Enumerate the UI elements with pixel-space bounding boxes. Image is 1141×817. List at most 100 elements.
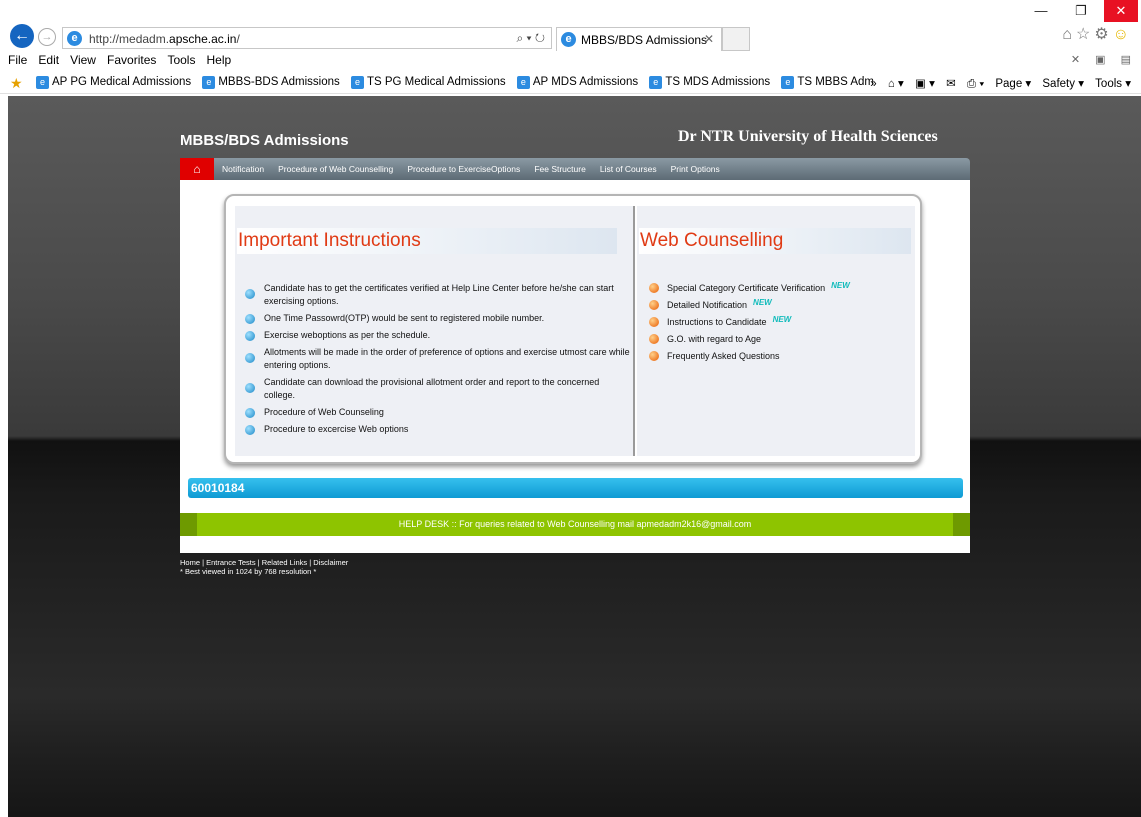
list-item-link[interactable]: Procedure to excercise Web options — [245, 423, 630, 436]
minimize-button[interactable]: — — [1024, 0, 1058, 22]
new-badge: NEW — [772, 315, 792, 324]
safety-menu[interactable]: Safety ▾ — [1042, 78, 1084, 90]
menu-view[interactable]: View — [70, 53, 96, 67]
instructions-column: Important Instructions Candidate has to … — [235, 206, 633, 456]
command-bar: » ⌂ ▾ ▣ ▾ ✉ ⎙ ▾ Page ▾ Safety ▾ Tools ▾ — [862, 76, 1131, 91]
favorites-add-icon[interactable]: ★ — [10, 75, 23, 92]
favorites-list: AP PG Medical Admissions MBBS-BDS Admiss… — [36, 76, 882, 89]
main-content: Important Instructions Candidate has to … — [180, 180, 970, 553]
blue-bullet-icon — [245, 313, 255, 324]
menu-edit[interactable]: Edit — [38, 53, 59, 67]
list-item: Allotments will be made in the order of … — [245, 346, 630, 372]
favorite-link[interactable]: TS PG Medical Admissions — [351, 76, 506, 89]
helpdesk-bar: HELP DESK :: For queries related to Web … — [180, 513, 970, 536]
column-divider — [633, 206, 635, 456]
ticker-text: 60010184 — [191, 481, 245, 495]
tools-menu[interactable]: Tools ▾ — [1095, 78, 1131, 90]
counselling-link[interactable]: Detailed Notification NEW — [649, 298, 850, 316]
menu-file[interactable]: File — [8, 53, 27, 67]
nav-procedure-exercise-options[interactable]: Procedure to ExerciseOptions — [407, 164, 520, 174]
new-tab-button[interactable] — [722, 27, 750, 51]
blue-bullet-icon — [245, 330, 255, 341]
mail-icon[interactable]: ✉ — [946, 78, 956, 90]
orange-bullet-icon — [649, 283, 659, 293]
info-panel: Important Instructions Candidate has to … — [224, 194, 922, 464]
address-bar[interactable]: e http://medadm.apsche.ac.in/ ⌕ ▾ ↻ — [62, 27, 552, 49]
ie-page-icon: e — [67, 31, 82, 46]
menu-help[interactable]: Help — [207, 53, 232, 67]
close-window-button[interactable]: ✕ — [1104, 0, 1138, 22]
nav-print-options[interactable]: Print Options — [671, 164, 720, 174]
instructions-heading: Important Instructions — [237, 228, 617, 254]
browser-right-icons: ⌂☆⚙☺ — [1062, 24, 1133, 44]
nav-fee-structure[interactable]: Fee Structure — [534, 164, 586, 174]
more-chevron-icon[interactable]: » — [870, 78, 876, 90]
orange-bullet-icon — [649, 317, 659, 327]
web-counselling-column: Web Counselling Special Category Certifi… — [637, 206, 915, 456]
footer-note: * Best viewed in 1024 by 768 resolution … — [180, 567, 317, 576]
favorite-link[interactable]: MBBS-BDS Admissions — [202, 76, 339, 89]
counselling-link[interactable]: Frequently Asked Questions — [649, 350, 850, 367]
list-item: Candidate can download the provisional a… — [245, 376, 630, 402]
blue-bullet-icon — [245, 353, 255, 363]
smiley-feedback-icon[interactable]: ☺ — [1113, 26, 1133, 43]
settings-gear-icon[interactable]: ⚙ — [1094, 26, 1112, 43]
university-name: Dr NTR University of Health Sciences — [678, 128, 938, 145]
list-item: Exercise weboptions as per the schedule. — [245, 329, 630, 342]
blue-bullet-icon — [245, 289, 255, 299]
feeds-icon[interactable]: ▣ ▾ — [915, 78, 935, 90]
favorite-link[interactable]: AP PG Medical Admissions — [36, 76, 191, 89]
list-item: Candidate has to get the certificates ve… — [245, 282, 630, 308]
list-item: One Time Passowrd(OTP) would be sent to … — [245, 312, 630, 325]
back-button[interactable]: ← — [10, 24, 34, 48]
search-refresh-icons[interactable]: ⌕ ▾ ↻ — [516, 31, 545, 46]
menu-favorites[interactable]: Favorites — [107, 53, 156, 67]
nav-list-of-courses[interactable]: List of Courses — [600, 164, 657, 174]
helpdesk-text: HELP DESK :: For queries related to Web … — [398, 519, 752, 529]
new-badge: NEW — [753, 298, 772, 307]
favorite-link[interactable]: AP MDS Admissions — [517, 76, 638, 89]
restore-button[interactable]: ❐ — [1064, 0, 1098, 22]
helpdesk-right-cap — [953, 513, 970, 536]
blue-bullet-icon — [245, 407, 255, 418]
page-menu[interactable]: Page ▾ — [995, 78, 1031, 90]
site-title: MBBS/BDS Admissions — [180, 132, 349, 149]
site-navbar: ⌂ Notification Procedure of Web Counsell… — [180, 158, 970, 180]
counselling-link[interactable]: Instructions to Candidate NEW — [649, 315, 850, 333]
tab-title: MBBS/BDS Admissions — [581, 33, 708, 47]
nav-notification[interactable]: Notification — [222, 164, 264, 174]
counselling-link[interactable]: Special Category Certificate Verificatio… — [649, 281, 850, 299]
menu-bar: File Edit View Favorites Tools Help ✕ ▣ … — [0, 53, 1141, 71]
orange-bullet-icon — [649, 351, 659, 361]
favorite-link[interactable]: TS MBBS Adm — [781, 76, 874, 89]
menu-tools[interactable]: Tools — [167, 53, 195, 67]
page-viewport: MBBS/BDS Admissions Dr NTR University of… — [8, 96, 1141, 817]
address-url: http://medadm.apsche.ac.in/ — [89, 32, 240, 46]
favorites-bar: ★ AP PG Medical Admissions MBBS-BDS Admi… — [0, 72, 1141, 94]
blue-bullet-icon — [245, 383, 255, 393]
new-badge: NEW — [831, 281, 850, 290]
instructions-list: Candidate has to get the certificates ve… — [245, 282, 630, 440]
home-nav-icon[interactable]: ⌂ — [180, 158, 214, 180]
list-item-link[interactable]: Procedure of Web Counseling — [245, 406, 630, 419]
home-icon[interactable]: ⌂ — [1062, 26, 1076, 43]
scrolling-ticker: 60010184 — [188, 478, 963, 498]
forward-button[interactable]: → — [38, 28, 56, 46]
blue-bullet-icon — [245, 424, 255, 435]
print-icon[interactable]: ⎙ ▾ — [967, 78, 984, 90]
nav-links: Notification Procedure of Web Counsellin… — [222, 163, 731, 175]
page-footer: Home | Entrance Tests | Related Links | … — [180, 558, 348, 576]
nav-procedure-web-counselling[interactable]: Procedure of Web Counselling — [278, 164, 393, 174]
home-command-icon[interactable]: ⌂ ▾ — [888, 78, 904, 90]
counselling-link[interactable]: G.O. with regard to Age — [649, 333, 850, 350]
favorite-link[interactable]: TS MDS Admissions — [649, 76, 770, 89]
addon-icons[interactable]: ✕ ▣ ▤ — [1071, 53, 1137, 66]
web-counselling-heading: Web Counselling — [639, 228, 911, 254]
favorites-star-icon[interactable]: ☆ — [1076, 26, 1094, 43]
tab-close-icon[interactable]: ✕ — [704, 32, 714, 46]
orange-bullet-icon — [649, 334, 659, 344]
footer-links[interactable]: Home | Entrance Tests | Related Links | … — [180, 558, 348, 567]
browser-chrome: — ❐ ✕ ← → e http://medadm.apsche.ac.in/ … — [0, 0, 1141, 96]
navigation-row: ← → e http://medadm.apsche.ac.in/ ⌕ ▾ ↻ … — [0, 22, 1141, 52]
browser-tab-active[interactable]: e MBBS/BDS Admissions ✕ — [556, 27, 722, 51]
